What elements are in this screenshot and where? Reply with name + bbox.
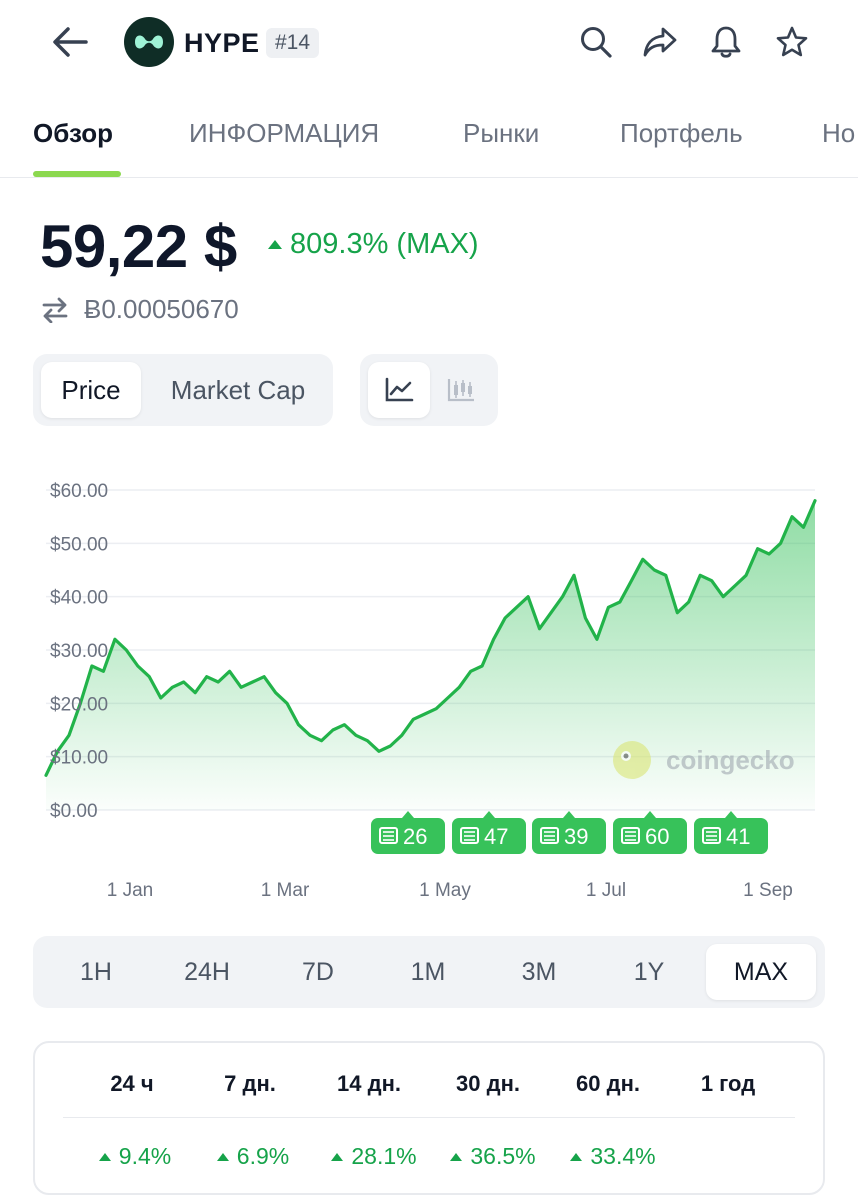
performance-table: 24 ч 7 дн. 14 дн. 30 дн. 60 дн. 1 год 9.… (33, 1041, 825, 1195)
y-tick-label: $0.00 (50, 801, 98, 822)
perf-header-24h: 24 ч (110, 1071, 154, 1096)
share-icon (643, 27, 677, 57)
range-1y-button[interactable]: 1Y (594, 944, 704, 1000)
up-triangle-icon (570, 1152, 583, 1161)
perf-value-14d-text: 28.1% (351, 1143, 417, 1169)
range-24h-button[interactable]: 24H (152, 944, 262, 1000)
top-bar: HYPE #14 (0, 0, 858, 90)
y-tick-label: $40.00 (50, 588, 108, 609)
line-chart-button[interactable] (368, 362, 430, 418)
y-tick-label: $30.00 (50, 641, 108, 662)
tab-markets[interactable]: Рынки (463, 118, 539, 149)
line-chart-icon (385, 377, 414, 402)
up-triangle-icon (331, 1152, 344, 1161)
bell-icon (711, 26, 741, 58)
btc-price-row: Ƀ0.00050670 (40, 294, 239, 325)
perf-header-7d: 7 дн. (224, 1071, 276, 1096)
up-triangle-icon (450, 1152, 463, 1161)
favorite-button[interactable] (772, 22, 812, 62)
y-tick-label: $50.00 (50, 534, 108, 555)
candlestick-icon (447, 379, 474, 402)
market-cap-toggle-button[interactable]: Market Cap (151, 362, 325, 418)
rank-badge: #14 (266, 28, 320, 58)
hyperliquid-logo-icon (135, 35, 163, 49)
news-badge[interactable]: 47 (452, 811, 526, 854)
active-tab-indicator (33, 171, 121, 177)
perf-value-14d: 28.1% (314, 1143, 434, 1170)
star-icon (776, 26, 808, 57)
perf-value-7d: 6.9% (193, 1143, 313, 1170)
coingecko-watermark-text: coingecko (666, 745, 795, 775)
x-tick-label: 1 Sep (743, 880, 793, 901)
x-tick-label: 1 Mar (261, 880, 310, 901)
price-change: 809.3% (MAX) (268, 228, 479, 261)
perf-value-60d-text: 33.4% (590, 1143, 656, 1169)
range-1m-button[interactable]: 1M (373, 944, 483, 1000)
up-triangle-icon (216, 1152, 229, 1161)
range-max-button[interactable]: MAX (706, 944, 816, 1000)
news-badge-count: 47 (484, 824, 508, 849)
y-tick-label: $60.00 (50, 481, 108, 502)
alert-button[interactable] (706, 22, 746, 62)
news-badge[interactable]: 39 (532, 811, 606, 854)
price-marketcap-toggle: Price Market Cap (33, 354, 333, 426)
news-badge-count: 41 (726, 824, 750, 849)
share-button[interactable] (640, 22, 680, 62)
price-toggle-button[interactable]: Price (41, 362, 141, 418)
back-button[interactable] (48, 22, 92, 62)
perf-header-60d: 60 дн. (576, 1071, 640, 1096)
perf-header-14d: 14 дн. (337, 1071, 401, 1096)
up-triangle-icon (268, 240, 282, 249)
y-tick-label: $10.00 (50, 748, 108, 769)
back-arrow-icon (53, 27, 88, 57)
news-badge-count: 60 (645, 824, 669, 849)
tab-overview[interactable]: Обзор (33, 118, 113, 149)
tab-portfolio[interactable]: Портфель (620, 118, 743, 149)
news-badge[interactable]: 60 (613, 811, 687, 854)
search-icon (581, 27, 612, 58)
chart-view-toggle (360, 354, 498, 426)
time-range-selector: 1H 24H 7D 1M 3M 1Y MAX (33, 936, 825, 1008)
price-change-value: 809.3% (MAX) (290, 228, 479, 260)
price-chart[interactable]: coingecko $60.00 $50.00 $40.00 $30.00 $20.00… (0, 460, 858, 920)
perf-value-24h-text: 9.4% (118, 1143, 172, 1169)
perf-header-30d: 30 дн. (456, 1071, 520, 1096)
tab-bar: Обзор ИНФОРМАЦИЯ Рынки Портфель Но (0, 100, 858, 178)
up-triangle-icon (98, 1152, 111, 1161)
tab-news[interactable]: Но (822, 118, 855, 149)
swap-arrows-icon (42, 297, 68, 323)
btc-price: Ƀ0.00050670 (84, 294, 239, 324)
news-badge-count: 39 (564, 824, 588, 849)
tab-information[interactable]: ИНФОРМАЦИЯ (189, 118, 379, 149)
y-tick-label: $20.00 (50, 694, 108, 715)
coingecko-watermark: coingecko (613, 741, 795, 779)
x-tick-label: 1 Jan (107, 880, 153, 901)
news-badge[interactable]: 26 (371, 811, 445, 854)
search-button[interactable] (576, 22, 616, 62)
perf-value-24h: 9.4% (75, 1143, 195, 1170)
range-3m-button[interactable]: 3M (484, 944, 594, 1000)
coin-logo (124, 17, 174, 67)
perf-value-60d: 33.4% (553, 1143, 673, 1170)
perf-value-30d-text: 36.5% (470, 1143, 536, 1169)
perf-value-7d-text: 6.9% (236, 1143, 290, 1169)
current-price: 59,22 $ (40, 213, 237, 280)
perf-header-1y: 1 год (700, 1071, 756, 1096)
news-badge[interactable]: 41 (694, 811, 768, 854)
range-1h-button[interactable]: 1H (41, 944, 151, 1000)
divider (63, 1117, 795, 1118)
x-tick-label: 1 May (419, 880, 471, 901)
perf-value-30d: 36.5% (433, 1143, 553, 1170)
candlestick-button[interactable] (432, 362, 490, 418)
coin-symbol: HYPE (184, 28, 260, 58)
news-badge-count: 26 (403, 824, 427, 849)
range-7d-button[interactable]: 7D (263, 944, 373, 1000)
x-tick-label: 1 Jul (586, 880, 626, 901)
